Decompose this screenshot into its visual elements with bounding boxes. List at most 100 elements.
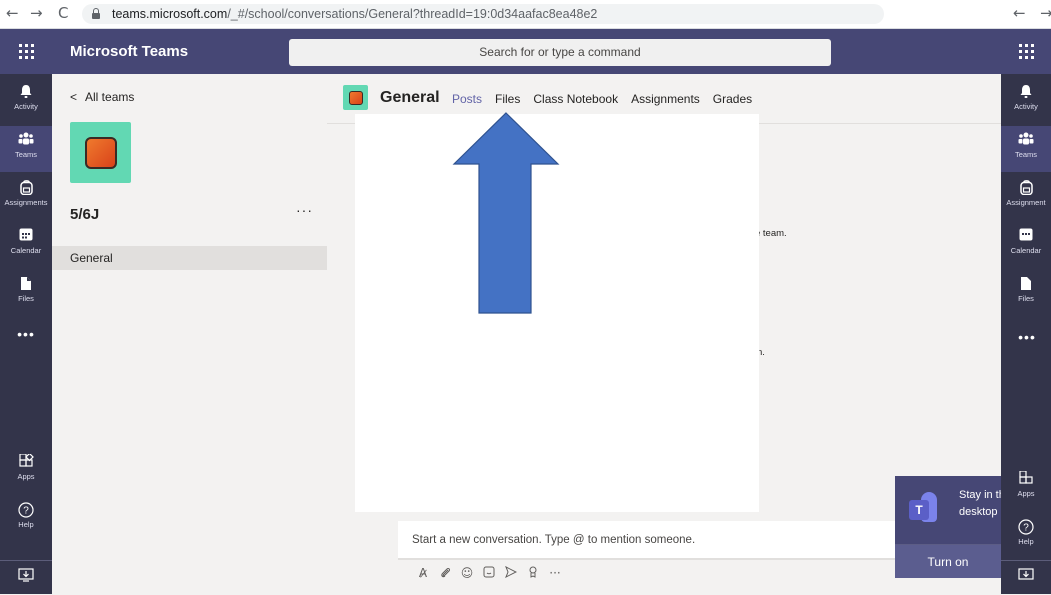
rail-item-files[interactable]: Files [1001,270,1051,316]
download-desktop-app-icon[interactable] [0,560,52,594]
teams-logo-icon: T [909,492,939,526]
rail-item-apps[interactable]: Apps [0,448,52,494]
praise-icon[interactable] [523,566,543,580]
rail-item-help[interactable]: ? Help [0,496,52,542]
back-arrow-icon[interactable]: ← [6,4,19,22]
app-launcher-button-secondary[interactable] [1001,29,1051,74]
file-icon [18,276,34,292]
feed-text-fragment: e team. [755,228,787,239]
format-icon[interactable]: A̷ [413,566,433,580]
reload-icon[interactable]: C [58,4,68,22]
rail-item-calendar[interactable]: Calendar [1001,222,1051,268]
search-input[interactable]: Search for or type a command [289,39,831,66]
toast-message: Stay in th desktop [959,487,1001,521]
rail-label: Assignments [4,198,48,207]
rail-label: Calendar [10,246,42,255]
rail-item-help[interactable]: ? Help [1001,513,1051,559]
calendar-icon [1018,228,1034,244]
tab-posts[interactable]: Posts [452,92,482,106]
app-header: Microsoft Teams Search for or type a com… [0,29,1001,74]
lock-icon [92,8,100,19]
rail-item-activity[interactable]: Activity [0,78,52,124]
send-meet-icon[interactable] [501,565,521,580]
team-name: 5/6J [70,206,100,223]
apps-icon [18,452,34,470]
more-apps-ellipsis-icon[interactable]: ••• [1001,329,1051,345]
file-icon [1018,276,1034,292]
channel-tabs: Posts Files Class Notebook Assignments G… [452,92,765,106]
url-path: /_#/school/conversations/General?threadI… [227,7,598,21]
help-icon: ? [18,502,34,518]
app-title: Microsoft Teams [70,43,189,60]
backpack-icon [18,180,34,196]
rail-label: Files [18,294,34,303]
toast-line-2: desktop [959,506,998,518]
back-arrow-icon-right[interactable]: ← [1013,4,1026,22]
rail-item-apps[interactable]: Apps [1001,465,1051,511]
app-launcher-button[interactable] [0,29,52,74]
all-teams-label: All teams [85,90,135,104]
rail-label: Files [1018,294,1034,303]
rail-label: Apps [17,472,35,481]
rail-item-assignments[interactable]: Assignment [1001,174,1051,220]
channel-title: General [380,89,440,106]
rail-label: Calendar [1010,246,1042,255]
turn-on-button[interactable]: Turn on [895,544,1001,578]
compose-placeholder: Start a new conversation. Type @ to ment… [412,534,696,546]
app-rail-secondary: Activity Teams Assignment Calendar Files… [1001,29,1051,594]
sticker-icon[interactable] [479,566,499,580]
teams-icon [1018,132,1034,148]
all-teams-link[interactable]: < All teams [70,90,134,104]
tab-files[interactable]: Files [495,92,520,106]
compose-box[interactable]: Start a new conversation. Type @ to ment… [398,521,898,560]
channel-item-general[interactable]: General [52,246,327,270]
rail-item-assignments[interactable]: Assignments [0,174,52,220]
teams-icon [18,132,34,148]
calendar-icon [18,228,34,244]
svg-text:?: ? [1023,523,1029,534]
desktop-app-toast: T Stay in th desktop Turn on [895,476,1001,578]
forward-arrow-icon-right[interactable]: → [1040,4,1051,22]
toast-line-1: Stay in th [959,489,1001,501]
waffle-icon [1018,44,1034,59]
help-icon: ? [1018,519,1034,535]
rail-item-teams[interactable]: Teams [1001,126,1051,172]
chevron-left-icon: < [70,90,78,104]
address-bar[interactable]: teams.microsoft.com/_#/school/conversati… [82,4,884,24]
team-more-options-icon[interactable]: ··· [296,202,313,218]
forward-arrow-icon[interactable]: → [30,4,43,22]
rail-label: Apps [1017,489,1035,498]
rail-label: Help [18,520,34,529]
browser-toolbar: ← → C teams.microsoft.com/_#/school/conv… [0,0,1051,29]
rail-item-files[interactable]: Files [0,270,52,316]
attach-icon[interactable] [435,566,455,580]
backpack-icon [1018,180,1034,196]
compose-toolbar: A̷ ☺ ··· [413,565,567,580]
url-text: teams.microsoft.com/_#/school/conversati… [112,7,672,21]
bell-icon [18,84,34,100]
rail-item-activity[interactable]: Activity [1001,78,1051,124]
apps-icon [1018,470,1034,487]
download-desktop-app-icon[interactable] [1001,560,1051,594]
team-avatar[interactable] [70,122,131,183]
rail-label: Activity [1014,102,1038,111]
rail-item-teams[interactable]: Teams [0,126,52,172]
rail-label: Teams [1014,150,1038,159]
app-rail: Activity Teams Assignments Calendar File… [0,74,52,594]
rail-label: Activity [14,102,38,111]
rail-label: Help [1018,537,1034,546]
waffle-icon [18,44,34,59]
tab-class-notebook[interactable]: Class Notebook [533,92,618,106]
more-options-icon[interactable]: ··· [545,566,565,580]
annotation-arrow-icon [452,112,560,314]
emoji-icon[interactable]: ☺ [457,566,477,580]
tab-grades[interactable]: Grades [713,92,752,106]
rail-label: Assignment [1006,198,1046,207]
channel-avatar [343,85,368,110]
tab-assignments[interactable]: Assignments [631,92,700,106]
url-host: teams.microsoft.com [112,7,228,21]
bell-icon [1018,84,1034,100]
rail-label: Teams [14,150,38,159]
rail-item-calendar[interactable]: Calendar [0,222,52,268]
more-apps-ellipsis-icon[interactable]: ••• [0,326,52,342]
